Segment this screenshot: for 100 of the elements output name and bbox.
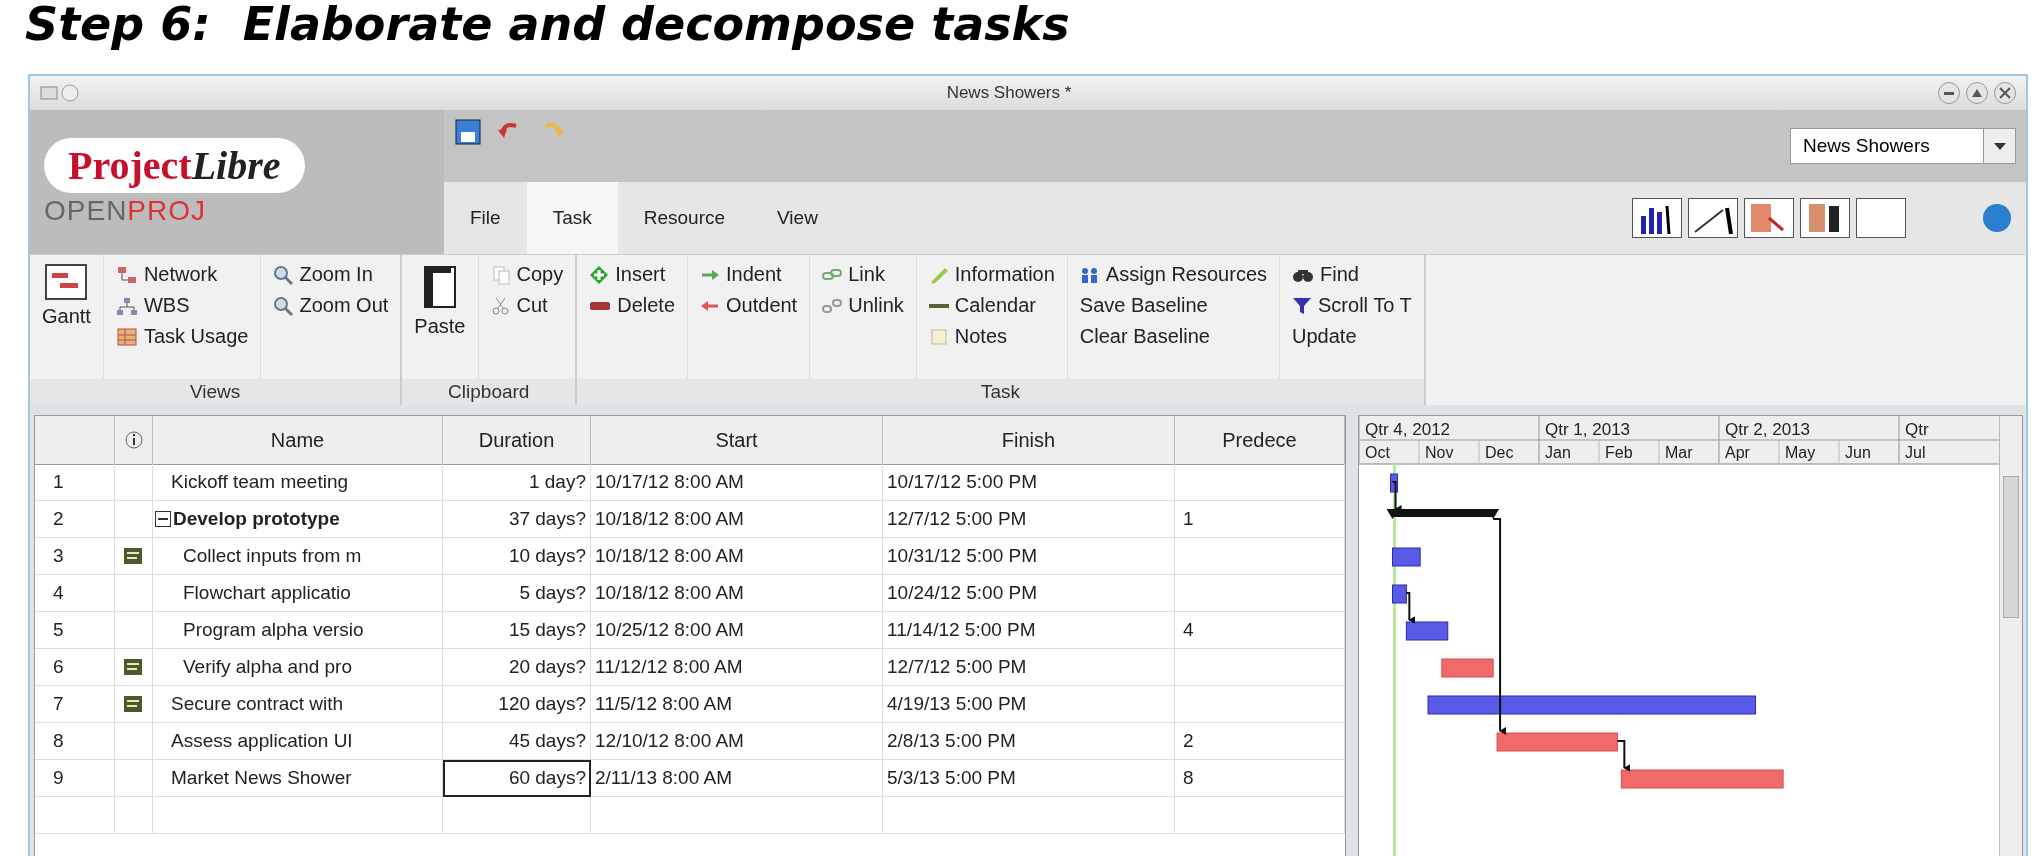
duration-cell[interactable]: 60 days? (443, 760, 591, 797)
logo-subtitle: OPENPROJ (44, 194, 208, 227)
finish-cell: 12/7/12 5:00 PM (883, 649, 1175, 686)
duration-cell[interactable]: 120 days? (443, 686, 591, 723)
ribbon-button[interactable]: WBS (113, 292, 251, 319)
project-field[interactable]: News Showers (1790, 128, 1984, 164)
task-name: Develop prototype (173, 508, 340, 530)
month-label: Dec (1485, 444, 1514, 461)
ribbon-button[interactable]: Clear Baseline (1077, 323, 1269, 350)
finish-cell: 2/8/13 5:00 PM (883, 723, 1175, 760)
group-label: Clipboard (402, 379, 576, 405)
duration-cell[interactable]: 37 days? (443, 501, 591, 538)
ribbon-button[interactable]: Copy (488, 261, 566, 288)
row-number: 8 (35, 723, 115, 760)
logo: ProjectLibre (44, 137, 305, 193)
ribbon-button[interactable]: Unlink (820, 292, 906, 319)
ribbon-button[interactable]: Insert (587, 261, 677, 288)
ribbon-button[interactable]: Calendar (926, 292, 1057, 319)
month-label: Jan (1545, 444, 1571, 461)
group-label: Views (30, 379, 401, 405)
task-name: Secure contract with (171, 693, 344, 715)
month-label: Apr (1725, 444, 1750, 461)
ribbon-button[interactable]: Gantt (40, 261, 93, 330)
ribbon-button[interactable]: Link (820, 261, 906, 288)
ribbon-button[interactable]: Task Usage (113, 323, 251, 350)
duration-cell[interactable]: 5 days? (443, 575, 591, 612)
finish-cell: 10/24/12 5:00 PM (883, 575, 1175, 612)
duration-cell[interactable]: 45 days? (443, 723, 591, 760)
row-number: 6 (35, 649, 115, 686)
ribbon-button[interactable]: Find (1290, 261, 1414, 288)
month-label: May (1785, 444, 1816, 461)
start-cell: 12/10/12 8:00 AM (591, 723, 883, 760)
column-header[interactable]: Start (591, 416, 883, 465)
finish-cell: 4/19/13 5:00 PM (883, 686, 1175, 723)
task-name: Collect inputs from m (183, 545, 362, 567)
quarter-label: Qtr (1905, 420, 1929, 439)
quarter-label: Qtr 4, 2012 (1365, 420, 1451, 439)
duration-cell[interactable]: 10 days? (443, 538, 591, 575)
task-name: Program alpha versio (183, 619, 364, 641)
row-number: 4 (35, 575, 115, 612)
start-cell: 10/18/12 8:00 AM (591, 538, 883, 575)
finish-cell: 12/7/12 5:00 PM (883, 501, 1175, 538)
task-name: Market News Shower (171, 767, 352, 789)
column-header[interactable]: Duration (443, 416, 591, 465)
month-label: Mar (1665, 444, 1693, 461)
month-label: Jun (1845, 444, 1871, 461)
task-name: Flowchart applicatio (183, 582, 351, 604)
ribbon-button[interactable]: Paste (412, 261, 468, 340)
column-header[interactable]: Name (153, 416, 443, 465)
ribbon-button[interactable]: Information (926, 261, 1057, 288)
month-label: Feb (1605, 444, 1633, 461)
finish-cell: 11/14/12 5:00 PM (883, 612, 1175, 649)
column-header[interactable]: Predece (1175, 416, 1345, 465)
row-number: 1 (35, 464, 115, 501)
quarter-label: Qtr 1, 2013 (1545, 420, 1631, 439)
month-label: Jul (1905, 444, 1926, 461)
row-number: 5 (35, 612, 115, 649)
ribbon-button[interactable]: Zoom In (271, 261, 391, 288)
quarter-label: Qtr 2, 2013 (1725, 420, 1811, 439)
menu-tab[interactable]: Task (526, 182, 618, 254)
ribbon-button[interactable]: Delete (587, 292, 677, 319)
ribbon-button[interactable]: Cut (488, 292, 566, 319)
group-label: Task (577, 379, 1424, 405)
ribbon-button[interactable]: Save Baseline (1077, 292, 1269, 319)
ribbon-button[interactable]: Update (1290, 323, 1414, 350)
predecessor-cell: 4 (1175, 612, 1345, 649)
ribbon-button[interactable]: Indent (698, 261, 800, 288)
row-number: 2 (35, 501, 115, 538)
finish-cell: 5/3/13 5:00 PM (883, 760, 1175, 797)
start-cell: 10/25/12 8:00 AM (591, 612, 883, 649)
start-cell: 11/5/12 8:00 AM (591, 686, 883, 723)
ribbon-button[interactable]: Scroll To T (1290, 292, 1414, 319)
month-label: Oct (1365, 444, 1390, 461)
predecessor-cell: 1 (1175, 501, 1345, 538)
column-header[interactable]: Finish (883, 416, 1175, 465)
menu-tab[interactable]: View (751, 182, 844, 254)
ribbon-button[interactable]: Zoom Out (271, 292, 391, 319)
predecessor-cell: 8 (1175, 760, 1345, 797)
ribbon-button[interactable]: Assign Resources (1077, 261, 1269, 288)
task-name: Verify alpha and pro (183, 656, 352, 678)
menu-tab[interactable]: File (444, 182, 527, 254)
ribbon-button[interactable]: Outdent (698, 292, 800, 319)
duration-cell[interactable]: 15 days? (443, 612, 591, 649)
finish-cell: 10/31/12 5:00 PM (883, 538, 1175, 575)
slide-title: Step 6: Elaborate and decompose tasks (24, 0, 1071, 53)
start-cell: 2/11/13 8:00 AM (591, 760, 883, 797)
row-number: 7 (35, 686, 115, 723)
menu-tab[interactable]: Resource (617, 182, 752, 254)
duration-cell[interactable]: 1 day? (443, 464, 591, 501)
finish-cell: 10/17/12 5:00 PM (883, 464, 1175, 501)
predecessor-cell: 2 (1175, 723, 1345, 760)
start-cell: 10/17/12 8:00 AM (591, 464, 883, 501)
duration-cell[interactable]: 20 days? (443, 649, 591, 686)
month-label: Nov (1425, 444, 1454, 461)
ribbon-button[interactable]: Network (113, 261, 251, 288)
task-name: Assess application UI (171, 730, 353, 752)
ribbon-button[interactable]: Notes (926, 323, 1057, 350)
row-number: 3 (35, 538, 115, 575)
start-cell: 11/12/12 8:00 AM (591, 649, 883, 686)
start-cell: 10/18/12 8:00 AM (591, 501, 883, 538)
